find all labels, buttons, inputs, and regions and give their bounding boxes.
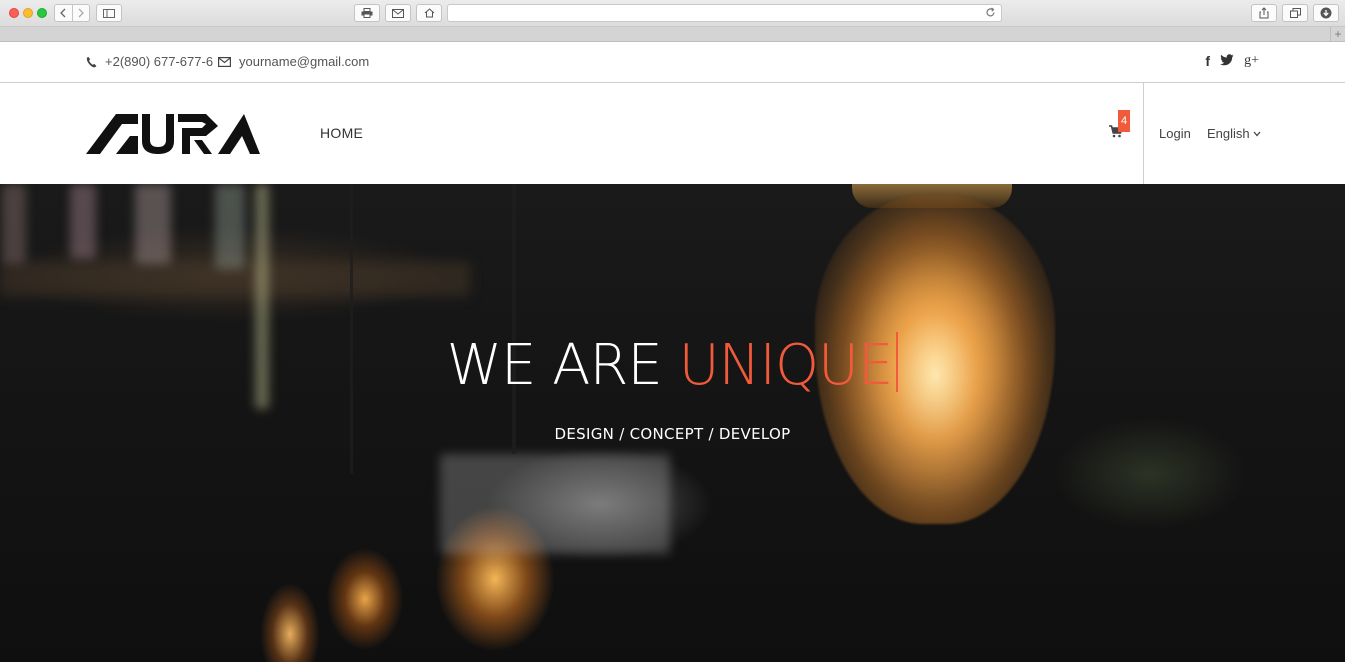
site-header: HOME 4 Login English	[0, 83, 1345, 184]
hero-title: WE ARE UNIQUE	[0, 332, 1345, 398]
tabs-overview-button[interactable]	[1282, 4, 1308, 22]
hero-bg-bottle	[70, 184, 96, 259]
hero-bg-bottle	[215, 184, 245, 269]
hero-title-accent: UNIQUE	[678, 333, 894, 398]
share-button[interactable]	[1251, 4, 1277, 22]
browser-toolbar	[0, 0, 1345, 27]
tab-strip: +	[0, 27, 1345, 42]
contact-phone: +2(890) 677-677-6	[86, 54, 213, 69]
downloads-button[interactable]	[1313, 4, 1339, 22]
hero-subtitle: DESIGN / CONCEPT / DEVELOP	[554, 425, 791, 443]
hero-title-prefix: WE ARE	[446, 333, 679, 398]
nav-item-home[interactable]: HOME	[320, 125, 363, 141]
contact-email: yourname@gmail.com	[218, 54, 369, 69]
mail-button[interactable]	[385, 4, 411, 22]
aura-logo[interactable]	[86, 112, 260, 155]
facebook-icon[interactable]: f	[1205, 53, 1210, 69]
hero-bg-bottle	[135, 184, 171, 264]
language-selector[interactable]: English	[1207, 126, 1261, 141]
reload-icon[interactable]	[985, 7, 996, 18]
login-link[interactable]: Login	[1159, 126, 1191, 141]
minimize-window-button[interactable]	[23, 8, 33, 18]
new-tab-button[interactable]: +	[1330, 27, 1345, 41]
address-bar[interactable]	[447, 4, 1002, 22]
hero-bg-lampshade	[440, 454, 670, 554]
hero-section: WE ARE UNIQUE DESIGN / CONCEPT / DEVELOP	[0, 184, 1345, 662]
language-label: English	[1207, 126, 1250, 141]
email-address[interactable]: yourname@gmail.com	[239, 54, 369, 69]
hero-bg-cord	[512, 184, 516, 454]
print-button[interactable]	[354, 4, 380, 22]
hero-bg-bottle	[2, 184, 26, 264]
phone-number[interactable]: +2(890) 677-677-6	[105, 54, 213, 69]
social-links: f g+	[1205, 53, 1259, 69]
home-button[interactable]	[416, 4, 442, 22]
twitter-icon[interactable]	[1220, 53, 1234, 69]
sidebar-toggle-button[interactable]	[96, 4, 122, 22]
typing-caret	[896, 332, 899, 392]
zoom-window-button[interactable]	[37, 8, 47, 18]
chevron-down-icon	[1253, 131, 1261, 136]
back-button[interactable]	[55, 5, 72, 21]
header-divider	[1143, 83, 1144, 184]
history-nav	[54, 4, 90, 22]
forward-button[interactable]	[71, 5, 90, 21]
phone-icon	[86, 56, 97, 67]
cart-count-badge: 4	[1118, 110, 1130, 132]
envelope-icon	[218, 56, 231, 67]
google-plus-icon[interactable]: g+	[1244, 53, 1259, 69]
close-window-button[interactable]	[9, 8, 19, 18]
top-info-bar: +2(890) 677-677-6 yourname@gmail.com f g…	[0, 42, 1345, 83]
